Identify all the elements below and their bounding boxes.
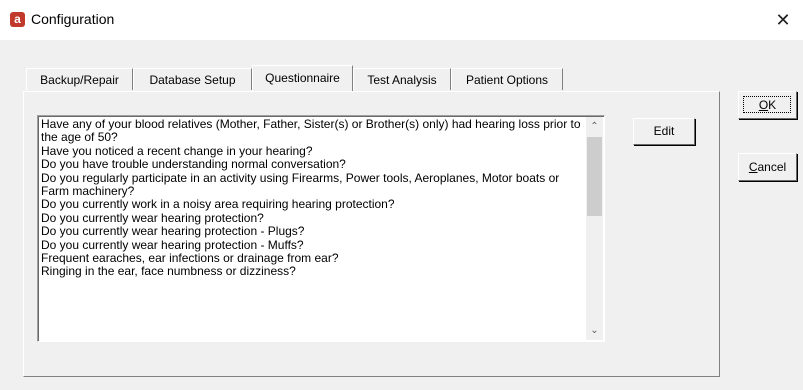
scroll-down-arrow-icon[interactable]: ⌄ [586, 322, 603, 339]
app-icon: a [10, 12, 25, 27]
cancel-label: ancel [757, 160, 787, 174]
list-item[interactable]: Have any of your blood relatives (Mother… [41, 117, 581, 145]
vertical-scrollbar[interactable]: ⌃ ⌄ [586, 117, 603, 340]
questions-list: Have any of your blood relatives (Mother… [41, 117, 581, 279]
close-icon[interactable]: ✕ [763, 0, 803, 40]
scroll-up-arrow-icon[interactable]: ⌃ [586, 118, 603, 135]
list-item[interactable]: Do you currently wear hearing protection… [41, 238, 581, 252]
list-item[interactable]: Have you noticed a recent change in your… [41, 144, 581, 158]
list-item[interactable]: Do you currently wear hearing protection… [41, 211, 581, 225]
list-item[interactable]: Ringing in the ear, face numbness or diz… [41, 265, 581, 279]
ok-button[interactable]: OK [738, 91, 797, 119]
edit-button[interactable]: Edit [633, 118, 695, 145]
title-bar: a Configuration ✕ [0, 0, 803, 40]
list-item[interactable]: Frequent earaches, ear infections or dra… [41, 251, 581, 265]
tab-backup-repair[interactable]: Backup/Repair [26, 68, 133, 90]
scroll-thumb[interactable] [587, 137, 602, 216]
list-item[interactable]: Do you currently work in a noisy area re… [41, 198, 581, 212]
tab-database-setup[interactable]: Database Setup [133, 68, 252, 90]
window-title: Configuration [31, 11, 115, 27]
questions-listbox[interactable]: Have any of your blood relatives (Mother… [37, 115, 605, 342]
focus-rectangle [743, 96, 791, 113]
list-item[interactable]: Do you have trouble understanding normal… [41, 157, 581, 171]
tab-questionnaire[interactable]: Questionnaire [252, 65, 353, 91]
list-item[interactable]: Do you regularly participate in an activ… [41, 171, 581, 199]
tab-patient-options[interactable]: Patient Options [451, 68, 563, 90]
cancel-button[interactable]: Cancel [738, 153, 797, 181]
list-item[interactable]: Do you currently wear hearing protection… [41, 224, 581, 238]
tab-test-analysis[interactable]: Test Analysis [353, 68, 451, 90]
